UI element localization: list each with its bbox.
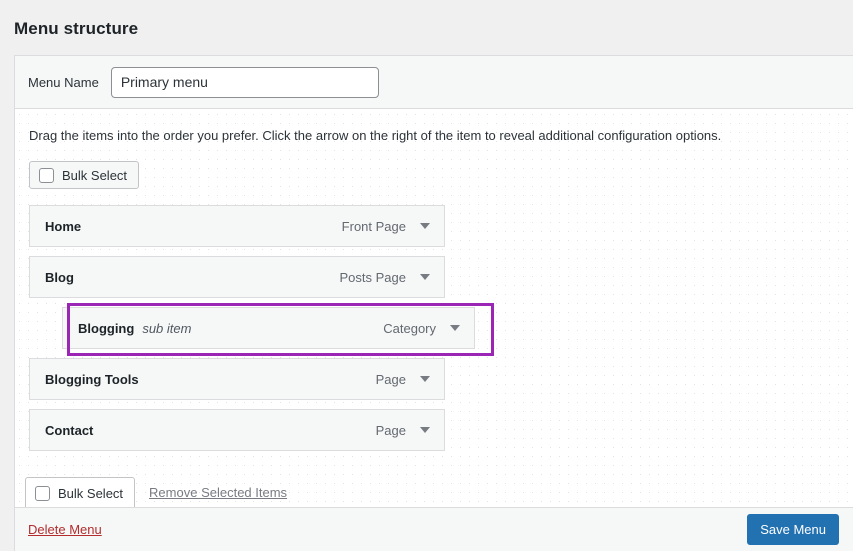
menu-item-type: Posts Page [339,269,407,285]
menu-name-input[interactable] [110,66,379,98]
menu-item-type: Page [375,422,406,438]
bulk-select-top-button[interactable]: Bulk Select [29,161,140,189]
menu-item-home[interactable]: Home Front Page [29,205,445,247]
menu-item-subtitle: sub item [142,320,192,336]
menu-item-title: Blogging Tools [45,371,139,387]
bulk-actions-bar: Bulk Select Remove Selected Items [14,477,853,508]
bulk-select-bottom-button[interactable]: Bulk Select [25,477,136,508]
save-menu-button[interactable]: Save Menu [747,514,839,545]
chevron-down-icon[interactable] [420,376,430,382]
chevron-down-icon[interactable] [420,427,430,433]
menu-name-row: Menu Name [15,56,853,109]
chevron-down-icon[interactable] [450,325,460,331]
menu-item-blogging[interactable]: Blogging sub item Category [62,307,475,349]
bulk-select-bottom-label: Bulk Select [58,485,124,501]
menu-item-type: Category [383,320,436,336]
menu-items-list: Home Front Page Blog Posts Page Blogging… [29,205,839,451]
delete-menu-link[interactable]: Delete Menu [28,522,102,537]
remove-selected-items-link[interactable]: Remove Selected Items [149,477,287,508]
menu-item-title: Blogging [78,320,135,336]
chevron-down-icon[interactable] [420,223,430,229]
chevron-down-icon[interactable] [420,274,430,280]
menu-item-type: Front Page [341,218,406,234]
page-title: Menu structure [14,19,139,38]
menu-item-contact[interactable]: Contact Page [29,409,445,451]
menu-item-title: Contact [45,422,94,438]
bulk-select-top-checkbox[interactable] [39,167,54,183]
panel-body: Drag the items into the order you prefer… [15,109,853,451]
panel-footer: Delete Menu Save Menu [14,507,853,551]
instructions-text: Drag the items into the order you prefer… [29,128,722,143]
menu-item-type: Page [375,371,406,387]
bulk-select-bottom-checkbox[interactable] [35,485,50,501]
menu-item-blog[interactable]: Blog Posts Page [29,256,445,298]
menu-name-label: Menu Name [28,74,99,90]
menu-item-title: Home [45,218,82,234]
bulk-select-top-label: Bulk Select [62,167,128,183]
menu-item-blogging-tools[interactable]: Blogging Tools Page [29,358,445,400]
highlighted-item-wrapper: Blogging sub item Category [29,303,839,356]
menu-item-title: Blog [45,269,74,285]
